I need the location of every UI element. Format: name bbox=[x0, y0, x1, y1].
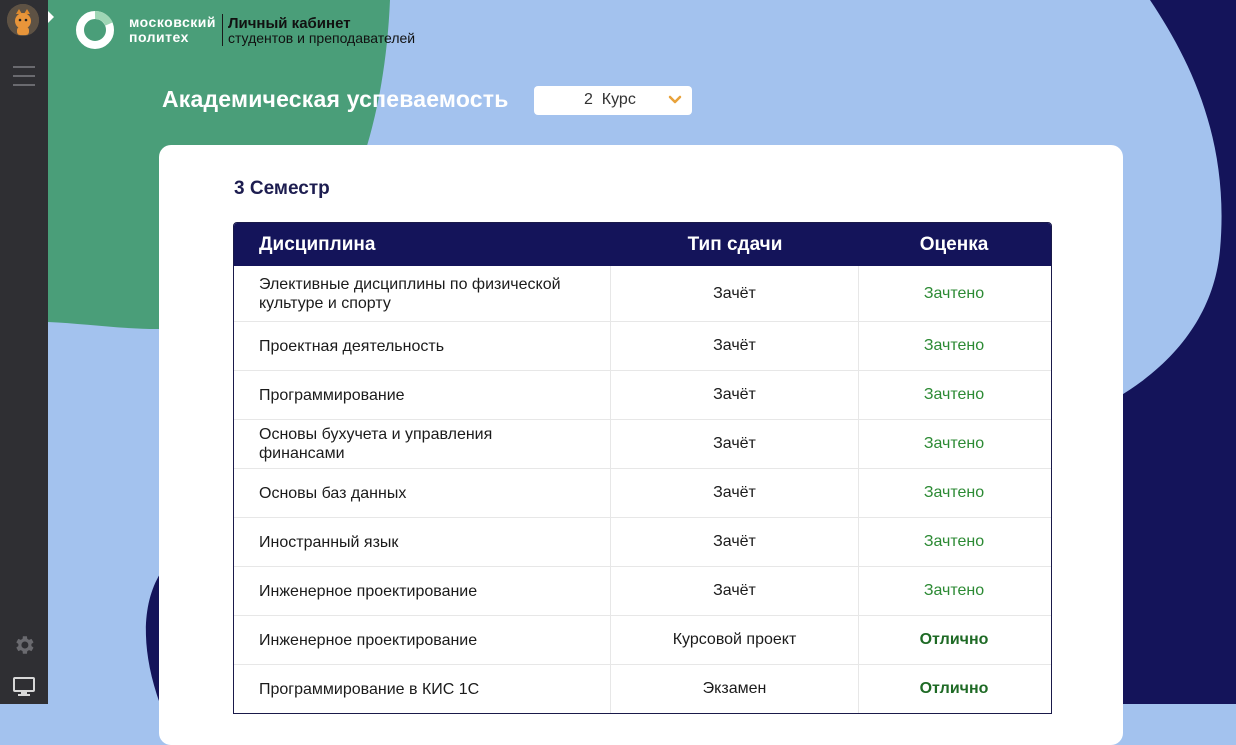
column-header-type: Тип сдачи bbox=[687, 233, 783, 255]
menu-icon[interactable] bbox=[13, 66, 35, 86]
discipline-cell: Основы баз данных bbox=[234, 469, 611, 517]
table-row: Программирование Зачёт Зачтено bbox=[234, 370, 1051, 419]
table-row: Инженерное проектирование Курсовой проек… bbox=[234, 615, 1051, 664]
grade-cell: Зачтено bbox=[923, 484, 985, 501]
expand-arrow-icon[interactable] bbox=[48, 11, 54, 23]
type-cell: Экзамен bbox=[611, 665, 859, 713]
type-cell: Курсовой проект bbox=[611, 616, 859, 664]
grade-cell: Зачтено bbox=[923, 284, 985, 302]
brand-header[interactable]: московский политех Личный кабинет студен… bbox=[73, 10, 415, 50]
discipline-cell: Инженерное проектирование bbox=[234, 616, 611, 664]
column-header-discipline: Дисциплина bbox=[259, 233, 376, 255]
sidebar-rail bbox=[0, 0, 48, 704]
cabinet-subtitle: студентов и преподавателей bbox=[227, 29, 416, 46]
brand-divider bbox=[221, 14, 223, 46]
column-header-grade: Оценка bbox=[919, 233, 989, 255]
brand-name-line1: московский bbox=[129, 14, 216, 30]
grade-cell: Отлично bbox=[919, 631, 989, 648]
table-header: Дисциплина Тип сдачи Оценка bbox=[234, 223, 1051, 266]
type-cell: Зачёт bbox=[611, 518, 859, 566]
grade-cell: Отлично bbox=[919, 680, 989, 697]
type-cell: Зачёт bbox=[611, 371, 859, 419]
chevron-down-icon bbox=[668, 93, 682, 107]
polytech-logo-icon bbox=[73, 10, 117, 50]
monitor-icon[interactable] bbox=[12, 676, 36, 698]
type-cell: Зачёт bbox=[611, 420, 859, 468]
table-row: Иностранный язык Зачёт Зачтено bbox=[234, 517, 1051, 566]
grade-cell: Зачтено bbox=[923, 435, 985, 452]
type-cell: Зачёт bbox=[611, 469, 859, 517]
discipline-cell: Инженерное проектирование bbox=[234, 567, 611, 615]
discipline-cell: Иностранный язык bbox=[234, 518, 611, 566]
gear-icon[interactable] bbox=[12, 633, 36, 657]
grades-card: 3 Семестр Дисциплина Тип сдачи Оценка Эл… bbox=[159, 145, 1123, 745]
discipline-cell: Программирование в КИС 1С bbox=[234, 665, 611, 713]
type-cell: Зачёт bbox=[611, 266, 859, 321]
table-row: Проектная деятельность Зачёт Зачтено bbox=[234, 321, 1051, 370]
table-row: Элективные дисциплины по физической куль… bbox=[234, 266, 1051, 321]
cabinet-title: Личный кабинет bbox=[227, 14, 351, 32]
table-row: Основы баз данных Зачёт Зачтено bbox=[234, 468, 1051, 517]
discipline-cell: Элективные дисциплины по физической куль… bbox=[234, 266, 611, 321]
type-cell: Зачёт bbox=[611, 567, 859, 615]
grades-table: Дисциплина Тип сдачи Оценка Элективные д… bbox=[233, 222, 1052, 714]
discipline-cell: Программирование bbox=[234, 371, 611, 419]
course-select[interactable]: 2 Курс bbox=[534, 86, 692, 115]
avatar[interactable] bbox=[7, 4, 39, 36]
brand-name: московский политех bbox=[129, 15, 216, 45]
brand-name-line2: политех bbox=[129, 29, 189, 45]
cabinet-label: Личный кабинет студентов и преподавателе… bbox=[228, 16, 415, 45]
type-cell: Зачёт bbox=[611, 322, 859, 370]
discipline-cell: Основы бухучета и управления финансами bbox=[234, 420, 611, 468]
grade-cell: Зачтено bbox=[923, 337, 985, 354]
page-title: Академическая успеваемость bbox=[162, 86, 509, 112]
table-row: Инженерное проектирование Зачёт Зачтено bbox=[234, 566, 1051, 615]
semester-title: 3 Семестр bbox=[234, 178, 330, 199]
grade-cell: Зачтено bbox=[923, 386, 985, 403]
course-select-value: 2 Курс bbox=[584, 91, 636, 108]
grade-cell: Зачтено bbox=[923, 533, 985, 550]
table-row: Программирование в КИС 1С Экзамен Отличн… bbox=[234, 664, 1051, 713]
table-row: Основы бухучета и управления финансами З… bbox=[234, 419, 1051, 468]
discipline-cell: Проектная деятельность bbox=[234, 322, 611, 370]
grade-cell: Зачтено bbox=[923, 582, 985, 599]
